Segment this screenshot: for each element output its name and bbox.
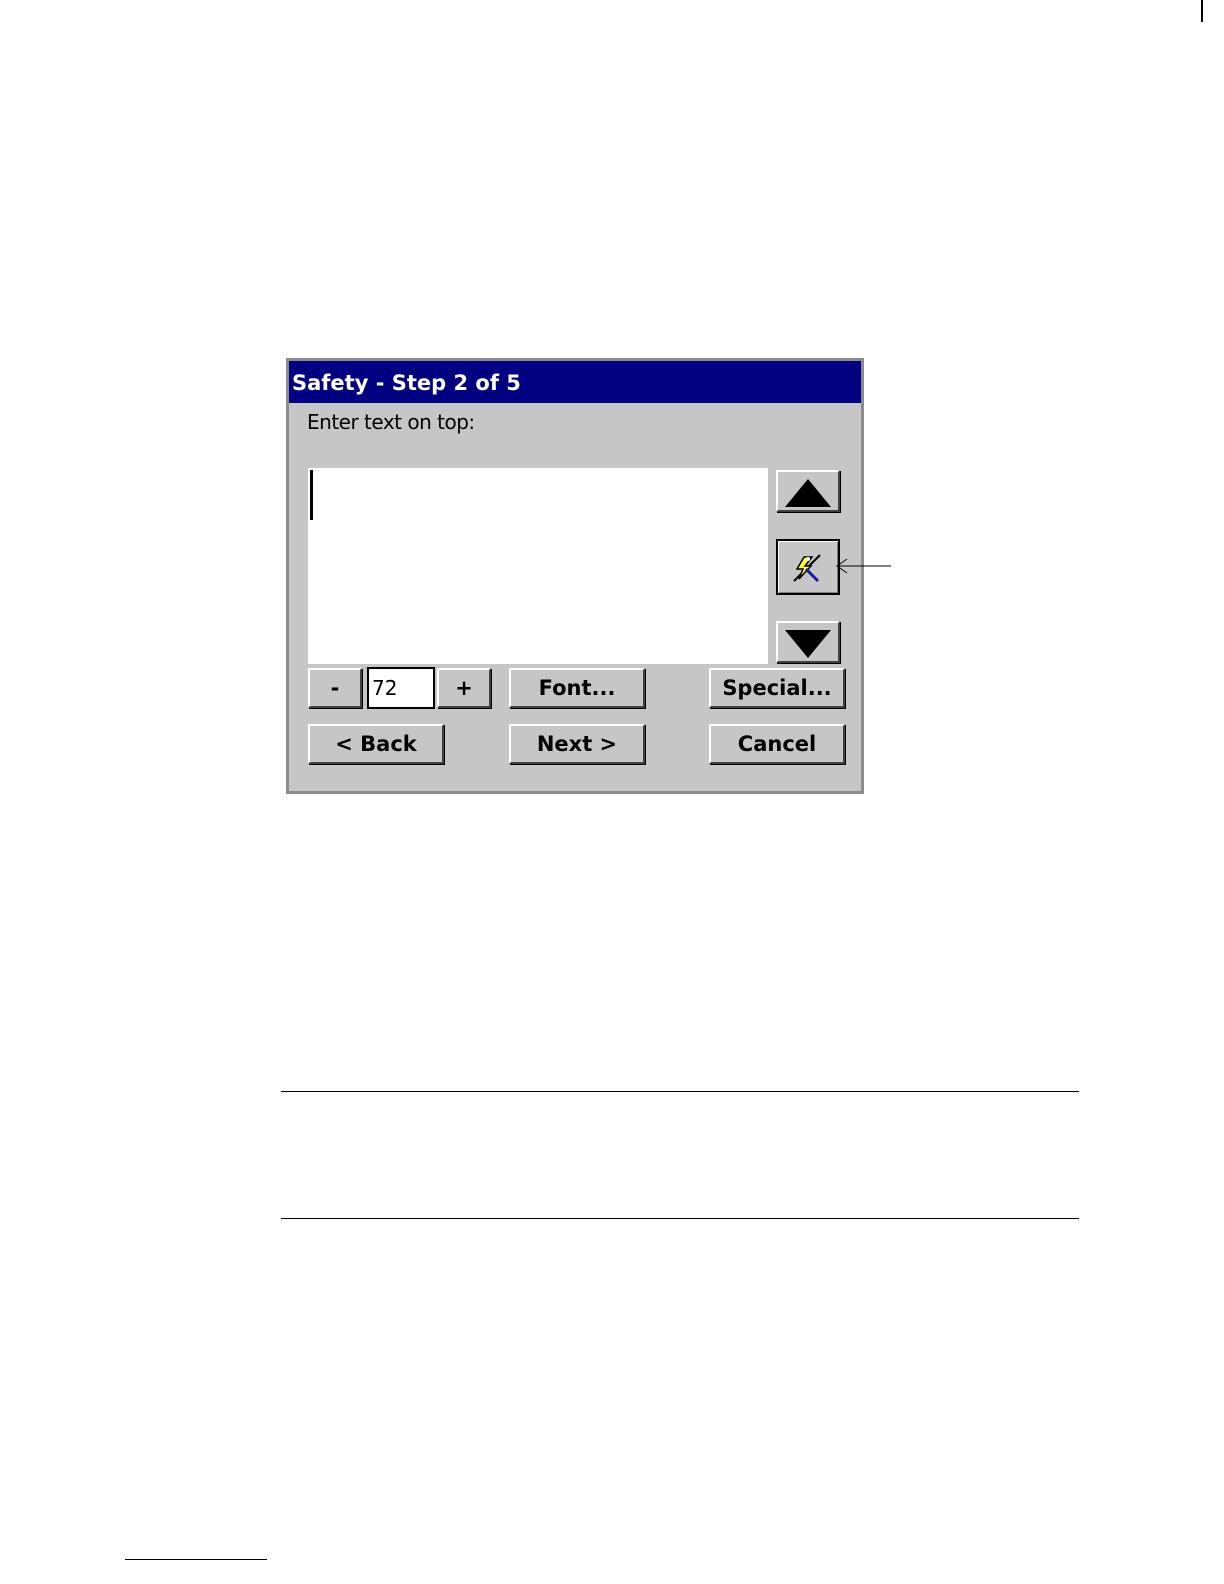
page-edge-line [1201,0,1203,22]
back-button[interactable]: < Back [308,724,444,764]
dialog-title-bar: Safety - Step 2 of 5 [289,361,861,403]
safety-wizard-dialog: Safety - Step 2 of 5 Enter text on top: … [286,358,864,794]
footnote-rule [125,1559,267,1560]
callout-arrow-icon [836,558,891,574]
note-bottom-rule [281,1218,1079,1219]
special-button[interactable]: Special... [709,668,845,708]
scroll-up-button[interactable] [776,470,840,512]
font-size-decrease-button[interactable]: - [308,668,362,708]
font-size-field[interactable] [367,667,435,709]
text-prompt-label: Enter text on top: [307,410,475,434]
cancel-button[interactable]: Cancel [709,724,845,764]
wizard-button[interactable] [776,539,840,595]
next-button[interactable]: Next > [509,724,645,764]
triangle-up-icon [785,479,831,507]
note-top-rule [281,1091,1079,1092]
triangle-down-icon [785,630,831,658]
dialog-title: Safety - Step 2 of 5 [292,371,521,395]
font-size-increase-button[interactable]: + [437,668,491,708]
wizard-wand-icon [793,554,821,583]
font-button[interactable]: Font... [509,668,645,708]
legend-text-area[interactable] [308,468,768,664]
scroll-down-button[interactable] [776,621,840,663]
text-cursor [310,470,313,520]
